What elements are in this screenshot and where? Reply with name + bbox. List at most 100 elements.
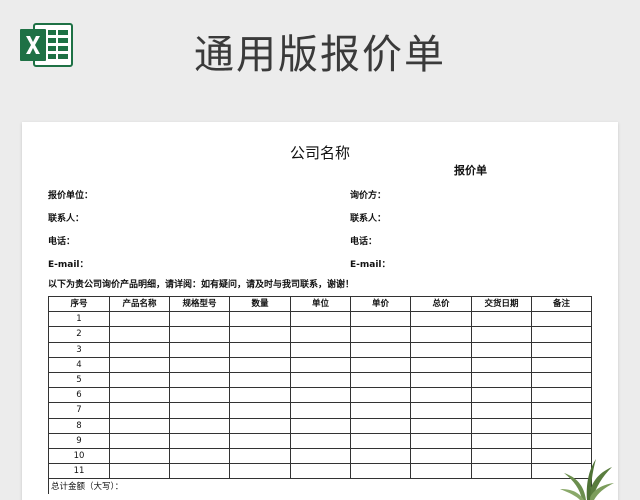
- table-cell[interactable]: [109, 311, 170, 328]
- table-cell[interactable]: [169, 417, 230, 434]
- table-cell[interactable]: [410, 463, 472, 480]
- table-cell[interactable]: [471, 311, 532, 328]
- table-cell[interactable]: [410, 341, 472, 358]
- table-cell[interactable]: [350, 326, 411, 343]
- table-cell[interactable]: [531, 402, 592, 419]
- table-cell[interactable]: [410, 371, 472, 389]
- table-cell[interactable]: [290, 402, 351, 419]
- table-cell[interactable]: [471, 417, 532, 434]
- table-cell[interactable]: [109, 356, 170, 373]
- table-cell[interactable]: [350, 463, 411, 480]
- table-cell[interactable]: [531, 417, 592, 434]
- table-cell[interactable]: [290, 341, 351, 358]
- table-cell[interactable]: [169, 387, 230, 404]
- table-cell[interactable]: [109, 371, 170, 389]
- table-cell[interactable]: [229, 326, 291, 343]
- table-cell[interactable]: [471, 356, 532, 373]
- table-cell[interactable]: [410, 311, 472, 328]
- table-cell[interactable]: [290, 387, 351, 404]
- table-cell[interactable]: [290, 463, 351, 480]
- table-row: 7: [48, 402, 592, 419]
- table-cell[interactable]: [350, 341, 411, 358]
- table-cell[interactable]: [290, 326, 351, 343]
- table-cell[interactable]: [531, 356, 592, 373]
- company-name: 公司名称: [289, 144, 350, 162]
- table-cell[interactable]: [471, 387, 532, 404]
- total-amount-label: 总计金额（大写）：: [48, 478, 592, 494]
- table-cell[interactable]: [290, 371, 351, 389]
- table-cell[interactable]: [109, 463, 170, 480]
- table-cell[interactable]: [471, 326, 532, 343]
- table-cell[interactable]: [229, 387, 291, 404]
- table-cell[interactable]: [169, 371, 230, 389]
- table-cell[interactable]: [350, 356, 411, 373]
- table-cell[interactable]: [410, 432, 472, 449]
- table-cell[interactable]: [229, 447, 291, 465]
- table-cell[interactable]: [109, 447, 170, 465]
- quote-table: 序号 产品名称 规格型号 数量 单位 单价 总价 交货日期 备注 1 2 3 4…: [48, 295, 592, 494]
- table-cell[interactable]: [109, 387, 170, 404]
- table-row: 3: [48, 341, 592, 358]
- table-cell[interactable]: [229, 432, 291, 449]
- row-number: 7: [48, 402, 110, 419]
- table-cell[interactable]: [109, 417, 170, 434]
- table-cell[interactable]: [471, 341, 532, 358]
- table-cell[interactable]: [229, 311, 291, 328]
- table-cell[interactable]: [290, 356, 351, 373]
- table-cell[interactable]: [531, 326, 592, 343]
- row-number: 10: [48, 447, 110, 465]
- table-cell[interactable]: [531, 432, 592, 449]
- field-contact-right: 联系人：: [350, 214, 387, 224]
- header-quantity: 数量: [229, 295, 291, 313]
- table-cell[interactable]: [531, 387, 592, 404]
- table-cell[interactable]: [410, 417, 472, 434]
- table-cell[interactable]: [350, 311, 411, 328]
- table-row: 11: [48, 463, 592, 480]
- table-cell[interactable]: [169, 432, 230, 449]
- table-cell[interactable]: [109, 432, 170, 449]
- table-cell[interactable]: [109, 341, 170, 358]
- table-cell[interactable]: [531, 341, 592, 358]
- table-row: 1: [48, 311, 592, 328]
- table-cell[interactable]: [471, 463, 532, 480]
- table-cell[interactable]: [471, 371, 532, 389]
- table-cell[interactable]: [350, 432, 411, 449]
- table-cell[interactable]: [350, 402, 411, 419]
- table-cell[interactable]: [531, 371, 592, 389]
- table-cell[interactable]: [410, 326, 472, 343]
- table-cell[interactable]: [169, 356, 230, 373]
- table-cell[interactable]: [169, 402, 230, 419]
- table-cell[interactable]: [229, 463, 291, 480]
- table-cell[interactable]: [471, 402, 532, 419]
- table-cell[interactable]: [169, 447, 230, 465]
- table-cell[interactable]: [531, 311, 592, 328]
- table-cell[interactable]: [410, 356, 472, 373]
- table-cell[interactable]: [350, 417, 411, 434]
- table-cell[interactable]: [410, 402, 472, 419]
- table-cell[interactable]: [410, 387, 472, 404]
- table-cell[interactable]: [471, 447, 532, 465]
- table-cell[interactable]: [350, 387, 411, 404]
- table-cell[interactable]: [350, 371, 411, 389]
- table-cell[interactable]: [290, 432, 351, 449]
- table-cell[interactable]: [229, 341, 291, 358]
- table-cell[interactable]: [410, 447, 472, 465]
- table-cell[interactable]: [290, 311, 351, 328]
- table-cell[interactable]: [471, 432, 532, 449]
- table-cell[interactable]: [229, 402, 291, 419]
- table-cell[interactable]: [169, 341, 230, 358]
- table-cell[interactable]: [229, 356, 291, 373]
- table-cell[interactable]: [169, 311, 230, 328]
- table-cell[interactable]: [290, 417, 351, 434]
- table-cell[interactable]: [229, 417, 291, 434]
- table-cell[interactable]: [109, 326, 170, 343]
- field-inquirer: 询价方：: [350, 191, 387, 201]
- table-cell[interactable]: [169, 326, 230, 343]
- row-number: 11: [48, 463, 110, 480]
- table-row: 9: [48, 432, 592, 449]
- table-cell[interactable]: [290, 447, 351, 465]
- table-cell[interactable]: [229, 371, 291, 389]
- table-cell[interactable]: [109, 402, 170, 419]
- table-cell[interactable]: [350, 447, 411, 465]
- table-cell[interactable]: [169, 463, 230, 480]
